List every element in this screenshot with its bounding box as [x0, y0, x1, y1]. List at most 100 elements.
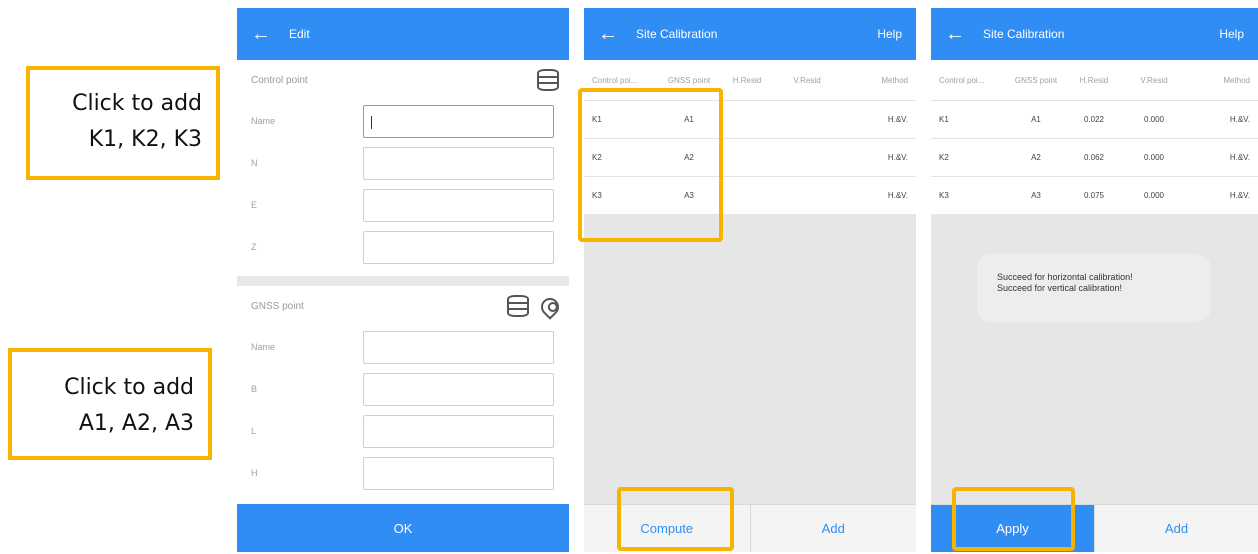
header-control-point: Control poi...	[592, 75, 638, 85]
header-h-resid: H.Resid	[1079, 75, 1109, 85]
cell-gnss: A3	[684, 191, 694, 200]
cell-control: K3	[592, 191, 602, 200]
toast-vertical-message: Succeed for vertical calibration!	[997, 283, 1123, 293]
gnss-h-input[interactable]	[363, 456, 554, 490]
database-icon[interactable]	[507, 295, 529, 317]
control-z-input[interactable]	[363, 230, 554, 264]
cell-h-resid: 0.022	[1083, 115, 1105, 124]
cell-gnss: A3	[1031, 191, 1041, 200]
cell-control: K2	[939, 153, 949, 162]
control-z-row: Z	[237, 226, 569, 268]
ok-button[interactable]: OK	[237, 504, 569, 552]
control-point-label: Control point	[251, 74, 308, 86]
help-button[interactable]: Help	[1219, 27, 1244, 41]
header-v-resid: V.Resid	[793, 75, 821, 85]
gnss-h-row: H	[237, 452, 569, 494]
database-icon[interactable]	[537, 69, 559, 91]
cell-method: H.&V.	[887, 115, 908, 124]
empty-list-area	[584, 214, 916, 504]
control-e-label: E	[251, 200, 258, 210]
header-method: Method	[881, 75, 908, 85]
control-e-input[interactable]	[363, 188, 554, 222]
back-arrow-icon[interactable]: ←	[945, 24, 965, 44]
edit-title: Edit	[289, 27, 310, 41]
section-divider	[237, 276, 569, 286]
cell-method: H.&V.	[1229, 153, 1250, 162]
add-button[interactable]: Add	[1094, 505, 1258, 552]
table-row[interactable]: K1 A1 H.&V.	[584, 100, 916, 138]
cell-v-resid: 0.000	[1143, 115, 1165, 124]
header-h-resid: H.Resid	[732, 75, 762, 85]
gnss-l-input[interactable]	[363, 414, 554, 448]
gnss-h-label: H	[251, 468, 258, 478]
calibration-success-toast: Succeed for horizontal calibration! Succ…	[977, 254, 1211, 322]
callout-gnss-point: Click to add A1, A2, A3	[8, 348, 212, 460]
header-method: Method	[1223, 75, 1250, 85]
control-name-row: Name	[237, 100, 569, 142]
gnss-point-label: GNSS point	[251, 300, 304, 312]
cell-method: H.&V.	[887, 153, 908, 162]
gnss-point-section: GNSS point	[237, 286, 569, 326]
control-name-label: Name	[251, 116, 276, 126]
control-point-section: Control point	[237, 60, 569, 100]
control-e-row: E	[237, 184, 569, 226]
cell-control: K2	[592, 153, 602, 162]
callout-control-line2: K1, K2, K3	[88, 127, 202, 152]
gnss-b-label: B	[251, 384, 258, 394]
bottom-action-bar: Compute Add	[584, 504, 916, 552]
gnss-l-label: L	[251, 426, 257, 436]
cell-method: H.&V.	[887, 191, 908, 200]
cell-gnss: A2	[684, 153, 694, 162]
bottom-action-bar: Apply Add	[931, 504, 1258, 552]
add-button[interactable]: Add	[749, 505, 917, 552]
table-row[interactable]: K2 A2 H.&V.	[584, 138, 916, 176]
header-gnss-point: GNSS point	[667, 75, 711, 85]
cell-control: K1	[592, 115, 602, 124]
gnss-name-row: Name	[237, 326, 569, 368]
cell-method: H.&V.	[1229, 191, 1250, 200]
back-arrow-icon[interactable]: ←	[598, 24, 618, 44]
location-pin-icon[interactable]	[537, 294, 563, 320]
edit-screen: ← Edit Control point Name N E Z GNSS poi…	[237, 8, 569, 552]
table-row[interactable]: K3 A3 H.&V.	[584, 176, 916, 214]
header-control-point: Control poi...	[939, 75, 985, 85]
control-n-label: N	[251, 158, 258, 168]
apply-button[interactable]: Apply	[931, 505, 1094, 552]
callout-gnss-line1: Click to add	[64, 375, 194, 400]
callout-control-point: Click to add K1, K2, K3	[26, 66, 220, 180]
cell-gnss: A2	[1031, 153, 1041, 162]
toast-horizontal-message: Succeed for horizontal calibration!	[997, 272, 1133, 282]
header-gnss-point: GNSS point	[1014, 75, 1058, 85]
callout-control-line1: Click to add	[72, 91, 202, 116]
control-n-input[interactable]	[363, 146, 554, 180]
back-arrow-icon[interactable]: ←	[251, 24, 271, 44]
cell-h-resid: 0.062	[1083, 153, 1105, 162]
gnss-l-row: L	[237, 410, 569, 452]
site-calibration-result-screen: ← Site Calibration Help Control poi... G…	[931, 8, 1258, 552]
cell-control: K3	[939, 191, 949, 200]
cell-h-resid: 0.075	[1083, 191, 1105, 200]
calibration-appbar: ← Site Calibration Help	[584, 8, 916, 60]
table-header: Control poi... GNSS point H.Resid V.Resi…	[584, 60, 916, 100]
cell-method: H.&V.	[1229, 115, 1250, 124]
calibration-title: Site Calibration	[983, 27, 1065, 41]
gnss-name-label: Name	[251, 342, 276, 352]
cell-v-resid: 0.000	[1143, 191, 1165, 200]
table-row[interactable]: K2 A2 0.062 0.000 H.&V.	[931, 138, 1258, 176]
site-calibration-screen: ← Site Calibration Help Control poi... G…	[584, 8, 916, 552]
table-row[interactable]: K1 A1 0.022 0.000 H.&V.	[931, 100, 1258, 138]
control-z-label: Z	[251, 242, 257, 252]
table-header: Control poi... GNSS point H.Resid V.Resi…	[931, 60, 1258, 100]
edit-appbar: ← Edit	[237, 8, 569, 60]
cell-gnss: A1	[684, 115, 694, 124]
gnss-b-input[interactable]	[363, 372, 554, 406]
gnss-name-input[interactable]	[363, 330, 554, 364]
calibration-appbar: ← Site Calibration Help	[931, 8, 1258, 60]
cell-control: K1	[939, 115, 949, 124]
help-button[interactable]: Help	[877, 27, 902, 41]
compute-button[interactable]: Compute	[584, 505, 750, 552]
control-name-input[interactable]	[363, 104, 554, 138]
tutorial-figure: Click to add K1, K2, K3 Click to add A1,…	[0, 0, 1258, 554]
table-row[interactable]: K3 A3 0.075 0.000 H.&V.	[931, 176, 1258, 214]
control-n-row: N	[237, 142, 569, 184]
